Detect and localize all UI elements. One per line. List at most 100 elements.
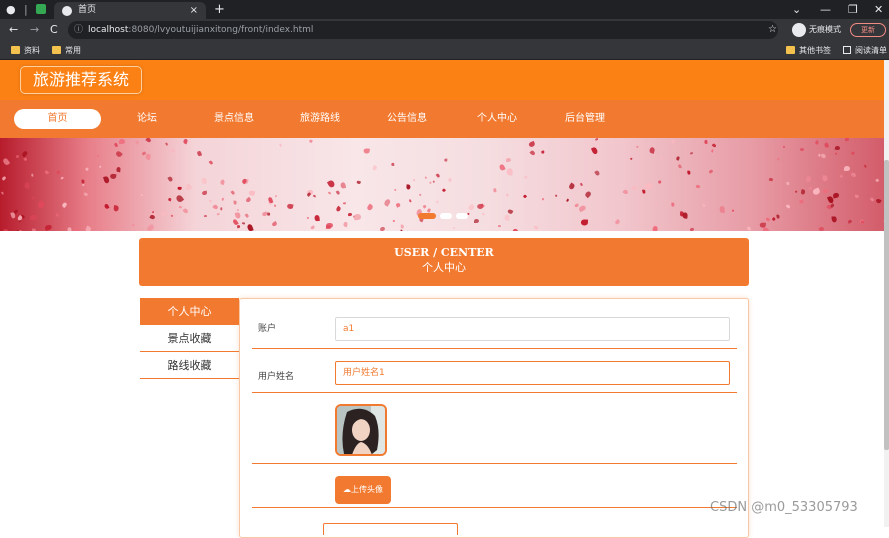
petal <box>493 188 497 193</box>
petal <box>847 218 853 224</box>
tab-close-icon[interactable]: × <box>190 2 198 19</box>
site-logo[interactable]: 旅游推荐系统 <box>20 66 143 94</box>
side-item-attraction-favorites[interactable]: 景点收藏 <box>140 325 239 352</box>
petal <box>383 198 392 208</box>
bookmark-folder-ziliao[interactable]: 资料 <box>11 41 40 60</box>
petal <box>245 196 252 203</box>
bookmark-star-icon[interactable]: ☆ <box>768 19 777 41</box>
side-item-route-favorites[interactable]: 路线收藏 <box>140 352 239 379</box>
petal <box>29 215 38 222</box>
nav-user-center[interactable]: 个人中心 <box>467 100 527 138</box>
petal <box>212 204 220 211</box>
new-tab-button[interactable]: + <box>214 0 225 19</box>
carousel-dot-1[interactable] <box>418 213 436 219</box>
petal <box>654 201 658 205</box>
carousel-dot-2[interactable] <box>440 213 452 219</box>
nav-attractions[interactable]: 景点信息 <box>204 100 264 138</box>
petal <box>708 168 713 174</box>
petal <box>835 152 838 156</box>
petal <box>261 211 268 217</box>
petal <box>542 197 546 201</box>
next-field-input[interactable] <box>323 523 458 535</box>
petal <box>644 182 652 189</box>
petal <box>819 153 827 160</box>
nav-admin[interactable]: 后台管理 <box>555 100 615 138</box>
petal <box>541 150 545 154</box>
url-host: localhost <box>88 25 129 35</box>
petal <box>473 218 479 223</box>
petal <box>286 203 294 210</box>
petal <box>452 227 455 229</box>
petal <box>343 221 349 228</box>
petal <box>832 192 840 199</box>
petal <box>506 167 513 176</box>
petal <box>533 225 539 231</box>
carousel-dot-3[interactable] <box>456 213 468 219</box>
browser-menu-icon[interactable]: ● <box>6 0 16 19</box>
minimize-icon[interactable]: — <box>820 0 831 19</box>
banner-carousel[interactable] <box>0 138 889 231</box>
petal <box>313 194 317 199</box>
petal <box>695 184 701 189</box>
petal <box>1 176 7 181</box>
side-item-user-center[interactable]: 个人中心 <box>140 298 239 325</box>
close-window-icon[interactable]: ✕ <box>874 0 883 19</box>
petal <box>278 143 282 147</box>
nav-routes[interactable]: 旅游路线 <box>290 100 350 138</box>
petal <box>675 156 680 162</box>
petal <box>309 139 314 143</box>
nav-forum[interactable]: 论坛 <box>122 100 172 138</box>
petal <box>103 202 110 210</box>
pinned-tab-icon[interactable] <box>36 4 46 14</box>
petal <box>635 145 639 148</box>
restore-icon[interactable]: ❐ <box>848 0 858 19</box>
update-button[interactable]: 更新 <box>850 23 886 37</box>
petal <box>405 183 411 190</box>
petal <box>409 199 412 203</box>
petal <box>181 208 189 215</box>
account-input[interactable]: a1 <box>335 317 730 341</box>
petal <box>145 138 153 144</box>
bookmarks-bar: 资料 常用 其他书签 阅读清单 <box>0 41 889 60</box>
petal <box>711 143 717 149</box>
forward-icon[interactable]: → <box>30 19 39 41</box>
petal <box>327 190 332 195</box>
petal <box>24 181 30 189</box>
petal <box>379 225 386 231</box>
petal <box>555 194 558 197</box>
petal <box>169 147 176 154</box>
reload-icon[interactable]: C <box>50 19 58 41</box>
petal <box>731 209 735 213</box>
bookmark-other[interactable]: 其他书签 <box>786 41 831 60</box>
active-tab[interactable]: 首页 × <box>54 2 206 19</box>
upload-avatar-button[interactable]: ☁上传头像 <box>335 476 391 504</box>
petal <box>98 165 102 169</box>
petal <box>230 190 235 196</box>
petal <box>649 147 656 154</box>
site-info-icon[interactable]: ⓘ <box>74 21 83 39</box>
petal <box>631 185 637 191</box>
petal <box>32 197 35 200</box>
reading-list[interactable]: 阅读清单 <box>843 41 887 60</box>
page-scrollbar[interactable] <box>884 60 889 527</box>
scrollbar-thumb[interactable] <box>884 160 889 450</box>
petal <box>160 210 168 218</box>
upload-row: ☁上传头像 <box>252 464 737 508</box>
petal <box>864 164 868 168</box>
incognito-icon[interactable] <box>792 23 806 37</box>
url-input[interactable]: ⓘ localhost:8080/lvyoutuijianxitong/fron… <box>68 21 778 39</box>
tab-search-icon[interactable]: ⌄ <box>792 0 801 19</box>
petal <box>146 223 155 231</box>
nav-announcements[interactable]: 公告信息 <box>377 100 437 138</box>
petal <box>481 212 485 216</box>
petal <box>97 154 100 158</box>
avatar-portrait <box>337 406 385 454</box>
nav-home[interactable]: 首页 <box>14 109 101 129</box>
folder-icon <box>52 46 61 54</box>
bookmark-folder-changyong[interactable]: 常用 <box>52 41 81 60</box>
back-icon[interactable]: ← <box>9 19 18 41</box>
petal <box>342 201 346 204</box>
petal <box>614 219 621 226</box>
petal <box>9 211 16 219</box>
name-input[interactable]: 用户姓名1 <box>335 361 730 385</box>
